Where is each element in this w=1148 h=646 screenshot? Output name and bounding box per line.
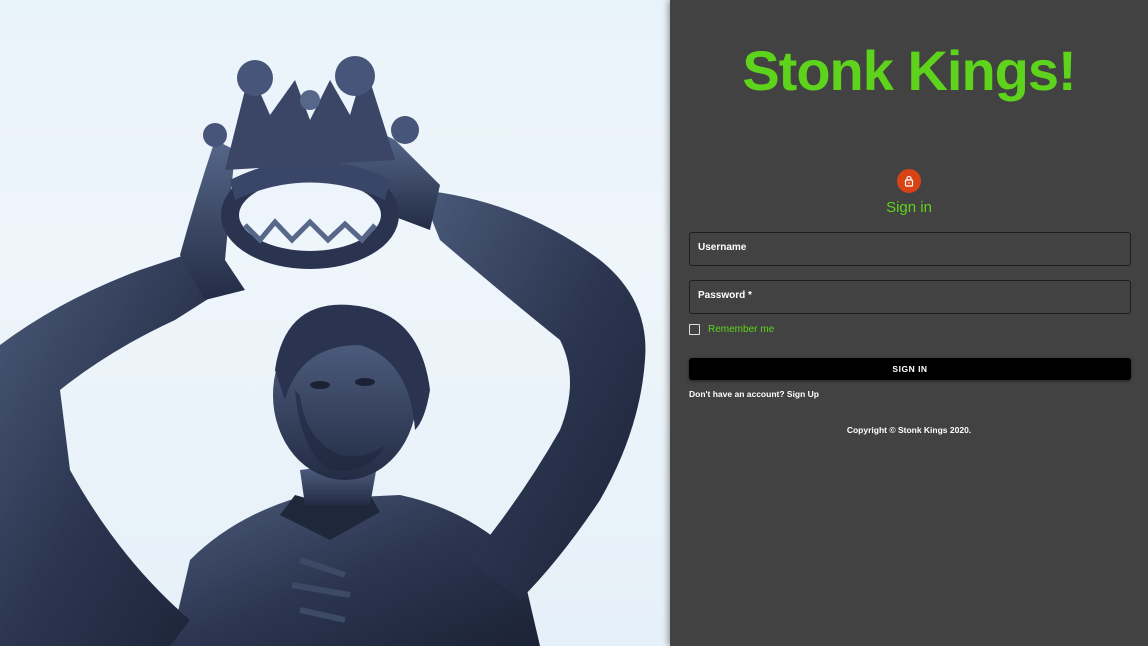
signup-link[interactable]: Don't have an account? Sign Up (689, 389, 819, 399)
brand-title: Stonk Kings! (742, 39, 1076, 102)
copyright-text: Copyright © Stonk Kings 2020. (846, 425, 972, 435)
remember-label: Remember me (708, 324, 775, 335)
username-field[interactable]: Username (689, 232, 1131, 266)
signin-panel: Stonk Kings! Sign in Username Password *… (670, 0, 1148, 646)
password-input[interactable] (690, 281, 1130, 313)
lock-avatar (897, 169, 921, 193)
hero-image (0, 0, 670, 646)
crowned-statue-icon (0, 56, 646, 646)
signin-heading: Sign in (886, 199, 932, 216)
username-input[interactable] (690, 233, 1130, 265)
remember-checkbox[interactable] (689, 324, 700, 335)
lock-icon (904, 175, 914, 187)
password-field[interactable]: Password * (689, 280, 1131, 314)
remember-me[interactable]: Remember me (689, 324, 774, 335)
signin-button[interactable]: SIGN IN (689, 358, 1131, 380)
